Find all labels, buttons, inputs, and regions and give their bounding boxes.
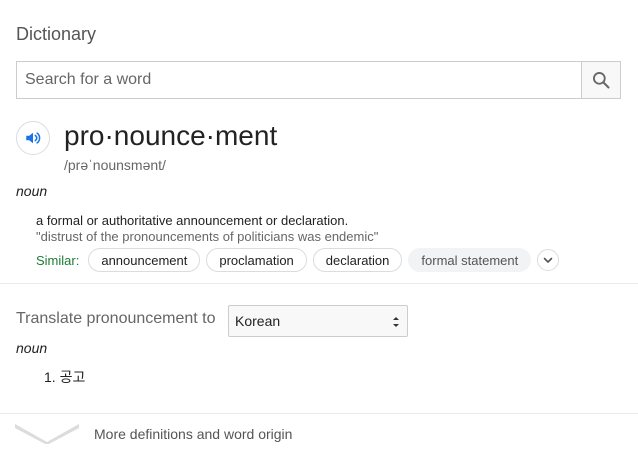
translation-item: 1. 공고 xyxy=(44,369,86,385)
section-divider xyxy=(0,283,638,284)
search-input[interactable] xyxy=(16,61,581,99)
similar-words: Similar: announcement proclamation decla… xyxy=(36,248,560,272)
search-bar xyxy=(16,61,621,99)
language-select[interactable]: Korean xyxy=(228,305,408,337)
similar-chip[interactable]: announcement xyxy=(88,248,201,272)
definition-text: a formal or authoritative announcement o… xyxy=(36,213,349,228)
speaker-icon xyxy=(26,132,41,144)
dictionary-card: Dictionary pro·nounce·ment /prəˈnounsmən… xyxy=(0,0,638,454)
phonetic-spelling: /prəˈnounsmənt/ xyxy=(64,157,166,173)
expand-similar-button[interactable] xyxy=(537,249,560,271)
footer-divider xyxy=(0,413,638,414)
more-definitions-link[interactable]: More definitions and word origin xyxy=(14,420,314,448)
search-button[interactable] xyxy=(581,61,621,99)
similar-chip[interactable]: proclamation xyxy=(206,248,307,272)
part-of-speech: noun xyxy=(16,183,48,199)
chevron-down-icon xyxy=(543,257,553,263)
more-definitions-label: More definitions and word origin xyxy=(94,426,293,442)
example-sentence: "distrust of the pronouncements of polit… xyxy=(36,229,379,244)
chevron-down-icon xyxy=(15,424,79,444)
translation-part-of-speech: noun xyxy=(16,340,48,356)
similar-label: Similar: xyxy=(36,252,80,268)
headword: pro·nounce·ment xyxy=(64,120,278,151)
select-arrows-icon xyxy=(393,317,399,327)
pronunciation-button[interactable] xyxy=(16,121,50,155)
language-select-value: Korean xyxy=(235,313,281,329)
translate-label: Translate pronouncement to xyxy=(16,310,216,327)
similar-chip[interactable]: declaration xyxy=(312,248,403,272)
search-icon xyxy=(593,72,610,89)
card-title: Dictionary xyxy=(16,24,97,44)
similar-chip[interactable]: formal statement xyxy=(408,248,532,272)
